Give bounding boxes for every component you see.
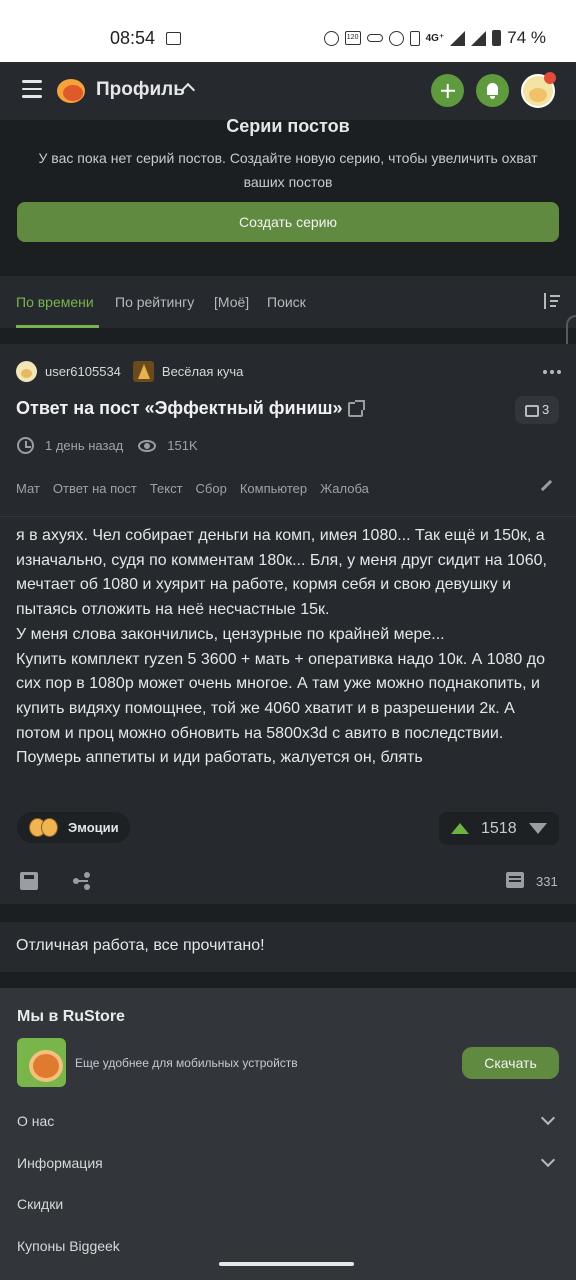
views-count: 151K bbox=[167, 438, 198, 453]
tab-search[interactable]: Поиск bbox=[267, 294, 306, 310]
tag[interactable]: Сбор bbox=[196, 481, 227, 496]
tag[interactable]: Жалоба bbox=[320, 481, 369, 496]
rating-box: 1518 bbox=[439, 812, 559, 845]
post-time: 1 день назад bbox=[45, 438, 124, 453]
battery-percent: 74 % bbox=[507, 28, 546, 47]
post-stats: 1 день назад 151K bbox=[17, 437, 198, 454]
tag[interactable]: Ответ на пост bbox=[53, 481, 137, 496]
divider bbox=[0, 516, 576, 517]
signal-icon bbox=[450, 30, 466, 46]
status-bar: 08:54 120 4G⁺ 74 % bbox=[0, 0, 576, 62]
comments-icon[interactable] bbox=[506, 872, 524, 888]
add-post-button[interactable] bbox=[431, 74, 464, 107]
alarm-icon bbox=[323, 30, 339, 46]
emotions-label: Эмоции bbox=[68, 820, 119, 835]
series-section: Серии постов У вас пока нет серий постов… bbox=[0, 116, 576, 262]
battery-icon bbox=[492, 30, 502, 46]
upvote-icon[interactable] bbox=[451, 823, 469, 834]
community-name[interactable]: Весёлая куча bbox=[162, 364, 243, 379]
create-series-button[interactable]: Создать серию bbox=[17, 202, 559, 242]
tab-mine[interactable]: [Моё] bbox=[214, 294, 249, 310]
rating-value: 1518 bbox=[481, 820, 517, 837]
community-avatar[interactable] bbox=[132, 361, 154, 382]
hz-icon: 120 bbox=[344, 31, 361, 45]
download-button[interactable]: Скачать bbox=[462, 1047, 559, 1079]
emotions-icon bbox=[29, 818, 59, 837]
post-paragraph: Купить комплект ryzen 5 3600 + мать + оп… bbox=[16, 650, 546, 742]
series-description: У вас пока нет серий постов. Создайте но… bbox=[38, 150, 538, 190]
post-paragraph: я в ахуях. Чел собирает деньги на комп, … bbox=[16, 527, 547, 619]
clock-icon bbox=[17, 437, 34, 454]
vibrate-icon bbox=[409, 30, 420, 46]
rustore-app-icon[interactable] bbox=[17, 1038, 66, 1087]
footer-item-coupons[interactable]: Купоны Biggeek bbox=[17, 1238, 120, 1254]
page-title[interactable]: Профиль bbox=[96, 79, 185, 101]
share-icon[interactable] bbox=[73, 872, 91, 890]
status-time: 08:54 bbox=[110, 28, 156, 48]
series-title: Серии постов bbox=[226, 116, 350, 136]
footer-item-about[interactable]: О нас bbox=[17, 1113, 54, 1129]
signal-icon-2 bbox=[471, 30, 487, 46]
downvote-icon[interactable] bbox=[529, 823, 547, 834]
key-icon bbox=[366, 34, 383, 42]
more-options-icon[interactable] bbox=[543, 370, 561, 374]
network-type: 4G⁺ bbox=[425, 32, 445, 44]
tab-by-rating[interactable]: По рейтингу bbox=[115, 294, 194, 310]
menu-icon[interactable] bbox=[22, 80, 42, 98]
chevron-down-icon[interactable] bbox=[540, 1110, 556, 1126]
post-body: я в ахуях. Чел собирает деньги на комп, … bbox=[16, 524, 562, 771]
author-avatar[interactable] bbox=[16, 361, 37, 382]
sort-tabs: По времени По рейтингу [Моё] Поиск bbox=[0, 276, 576, 328]
read-all-banner: Отличная работа, все прочитано! bbox=[0, 922, 576, 972]
bell-icon bbox=[487, 83, 498, 95]
edit-tags-icon[interactable] bbox=[540, 479, 553, 492]
chevron-down-icon[interactable] bbox=[540, 1152, 556, 1168]
tag[interactable]: Компьютер bbox=[240, 481, 307, 496]
notifications-button[interactable] bbox=[476, 74, 509, 107]
tab-by-time[interactable]: По времени bbox=[16, 294, 94, 310]
footer-item-discounts[interactable]: Скидки bbox=[17, 1196, 63, 1212]
rustore-promo-text: Еще удобнее для мобильных устройств bbox=[75, 1056, 298, 1070]
tag[interactable]: Мат bbox=[16, 481, 40, 496]
comments-count[interactable]: 331 bbox=[536, 874, 558, 889]
app-header: Профиль bbox=[0, 62, 576, 120]
post-paragraph: Поумерь аппетиты и иди работать, жалуетс… bbox=[16, 749, 423, 767]
footer-title: Мы в RuStore bbox=[17, 1008, 125, 1025]
sort-icon[interactable] bbox=[544, 293, 560, 311]
save-icon[interactable] bbox=[20, 872, 38, 890]
eye-icon bbox=[138, 439, 157, 452]
footer: Мы в RuStore Еще удобнее для мобильных у… bbox=[0, 988, 576, 1280]
comments-badge[interactable]: 3 bbox=[515, 396, 559, 424]
author-name[interactable]: user6105534 bbox=[45, 364, 121, 379]
tag[interactable]: Текст bbox=[150, 481, 183, 496]
external-link-icon[interactable] bbox=[348, 400, 365, 417]
post-title[interactable]: Ответ на пост «Эффектный финиш» bbox=[16, 398, 343, 419]
gallery-icon bbox=[166, 32, 181, 45]
status-icons: 120 4G⁺ 74 % bbox=[323, 28, 546, 48]
emotions-button[interactable]: Эмоции bbox=[17, 812, 130, 843]
notification-dot bbox=[544, 72, 556, 84]
post-paragraph: У меня слова закончились, цензурные по к… bbox=[16, 625, 445, 643]
post-card: user6105534 Весёлая куча Ответ на пост «… bbox=[0, 344, 576, 904]
post-tags: Мат Ответ на пост Текст Сбор Компьютер Ж… bbox=[16, 481, 369, 496]
footer-item-info[interactable]: Информация bbox=[17, 1155, 103, 1171]
active-tab-indicator bbox=[16, 325, 99, 328]
logo-icon[interactable] bbox=[56, 76, 86, 104]
post-meta: user6105534 Весёлая куча bbox=[16, 361, 243, 382]
gesture-navigation-bar[interactable] bbox=[219, 1262, 354, 1266]
dnd-icon bbox=[388, 30, 404, 46]
